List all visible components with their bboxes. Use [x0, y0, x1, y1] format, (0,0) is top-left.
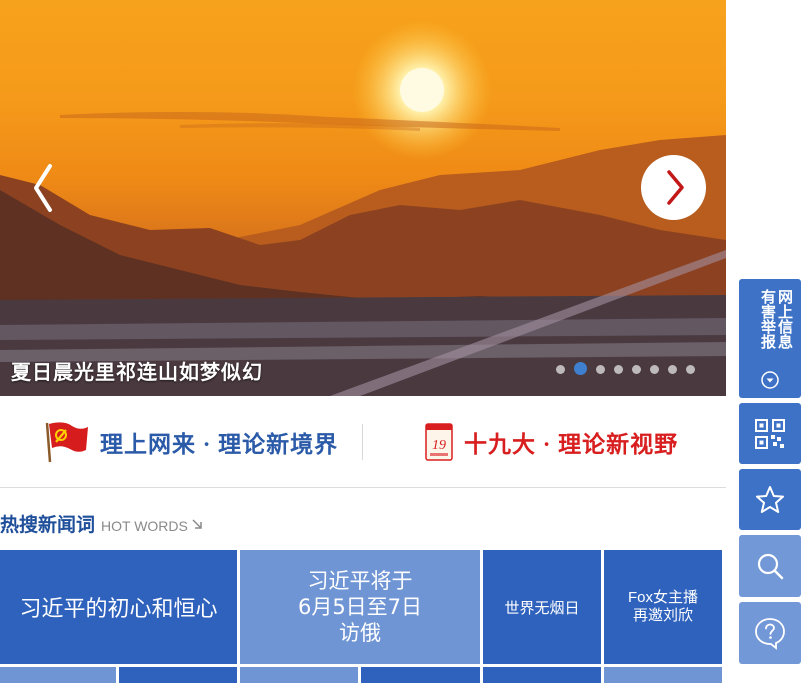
chevron-down-circle-icon [761, 371, 779, 389]
hot-words-header: 热搜新闻词 HOT WORDS [0, 510, 204, 537]
congress-emblem-number: 19 [432, 438, 446, 453]
qr-code-icon [755, 419, 785, 449]
banner-left-text: 理上网来 · 理论新境界 [100, 432, 339, 457]
search-icon [757, 553, 784, 580]
hot-word-tile[interactable] [483, 667, 601, 683]
help-question-icon [755, 618, 785, 650]
carousel-pagination [556, 362, 704, 375]
banner-19th-congress[interactable]: 19 十九大 · 理论新视野 [424, 422, 678, 462]
carousel-prev-arrow[interactable] [26, 162, 66, 214]
arrow-down-right-icon [192, 519, 202, 529]
qr-code-button[interactable] [739, 403, 801, 464]
banner-theory-online[interactable]: 理上网来 · 理论新境界 [44, 420, 338, 464]
favorite-button[interactable] [739, 469, 801, 530]
hot-word-tile[interactable]: Fox女主播 再邀刘欣 [604, 550, 722, 664]
hot-word-tile[interactable] [0, 667, 116, 683]
hot-word-tile[interactable] [240, 667, 358, 683]
hot-words-title: 热搜新闻词 [0, 514, 96, 536]
carousel-caption[interactable]: 夏日晨光里祁连山如梦似幻 [11, 356, 263, 385]
hot-word-tile[interactable]: 习近平将于 6月5日至7日 访俄 [240, 550, 480, 664]
carousel-image [0, 20, 726, 396]
carousel-dot[interactable] [614, 365, 623, 374]
carousel-dot[interactable] [556, 365, 565, 374]
help-button[interactable] [739, 602, 801, 664]
hot-word-tile[interactable]: 世界无烟日 [483, 550, 601, 664]
carousel-dot-active[interactable] [574, 362, 587, 375]
chevron-right-icon [667, 170, 684, 205]
harmful-info-report-button[interactable]: 网上信息有害举报 [739, 279, 801, 398]
banner-divider [362, 424, 363, 460]
hot-word-tile[interactable]: 习近平的初心和恒心 [0, 550, 237, 664]
carousel-dot[interactable] [596, 365, 605, 374]
carousel-dot[interactable] [686, 365, 695, 374]
carousel-dot[interactable] [668, 365, 677, 374]
image-carousel[interactable]: 夏日晨光里祁连山如梦似幻 [0, 0, 726, 396]
hot-word-tile[interactable] [361, 667, 480, 683]
carousel-dot[interactable] [650, 365, 659, 374]
hot-words-subtitle: HOT WORDS [101, 518, 188, 534]
theme-banners: 理上网来 · 理论新境界 19 十九大 · 理论新视野 [0, 396, 726, 488]
chevron-left-icon [34, 164, 52, 212]
hot-word-tile[interactable] [119, 667, 237, 683]
report-label: 网上信息有害举报 [759, 289, 794, 349]
star-icon [756, 486, 784, 513]
hot-word-tile[interactable] [604, 667, 722, 683]
banner-right-text: 十九大 · 理论新视野 [464, 432, 679, 457]
congress-emblem-icon: 19 [425, 423, 453, 461]
party-flag-icon [45, 422, 88, 463]
search-button[interactable] [739, 535, 801, 597]
carousel-dot[interactable] [632, 365, 641, 374]
carousel-next-arrow[interactable] [641, 155, 706, 220]
